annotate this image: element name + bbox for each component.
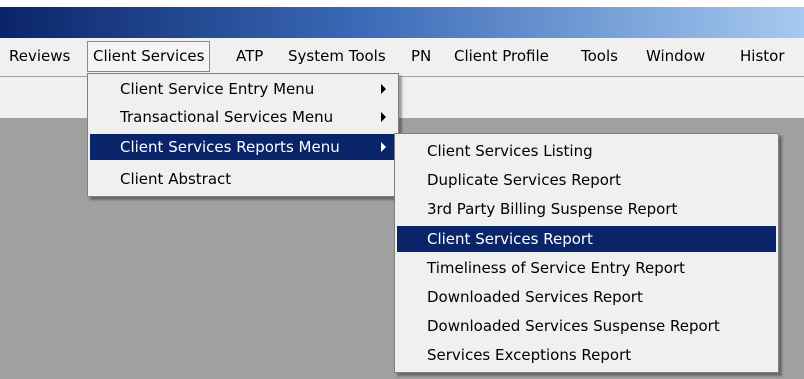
- submenu-arrow-icon: [381, 112, 386, 122]
- submenu-item-services-exceptions-report[interactable]: Services Exceptions Report: [397, 342, 776, 368]
- menu-tools[interactable]: Tools: [576, 41, 623, 72]
- submenu-item-3rd-party-billing-suspense[interactable]: 3rd Party Billing Suspense Report: [397, 196, 776, 222]
- menu-atp[interactable]: ATP: [231, 41, 268, 72]
- reports-submenu: Client Services Listing Duplicate Servic…: [394, 133, 779, 373]
- menu-item-label: Transactional Services Menu: [120, 108, 334, 126]
- menu-item-label: Client Abstract: [120, 170, 232, 188]
- menu-system-tools[interactable]: System Tools: [283, 41, 391, 72]
- menu-window[interactable]: Window: [641, 41, 710, 72]
- menu-reviews[interactable]: Reviews: [4, 41, 75, 72]
- submenu-item-downloaded-services-suspense[interactable]: Downloaded Services Suspense Report: [397, 313, 776, 339]
- submenu-item-duplicate-services-report[interactable]: Duplicate Services Report: [397, 167, 776, 193]
- menu-item-label: Client Service Entry Menu: [120, 80, 315, 98]
- submenu-arrow-icon: [381, 142, 386, 152]
- menu-item-transactional-services[interactable]: Transactional Services Menu: [90, 104, 396, 130]
- menu-client-services[interactable]: Client Services: [87, 41, 211, 72]
- menu-item-label: Client Services Reports Menu: [120, 138, 340, 156]
- menu-item-client-abstract[interactable]: Client Abstract: [90, 166, 396, 192]
- submenu-item-client-services-listing[interactable]: Client Services Listing: [397, 138, 776, 164]
- menu-item-client-services-reports[interactable]: Client Services Reports Menu: [90, 134, 396, 160]
- menu-history[interactable]: Histor: [735, 41, 790, 72]
- submenu-item-client-services-report[interactable]: Client Services Report: [397, 226, 776, 252]
- menu-bar: Reviews Client Services ATP System Tools…: [0, 38, 804, 77]
- menu-pn[interactable]: PN: [406, 41, 436, 72]
- title-strip: [0, 0, 804, 7]
- submenu-arrow-icon: [381, 84, 386, 94]
- client-services-dropdown: Client Service Entry Menu Transactional …: [87, 73, 399, 197]
- submenu-item-downloaded-services-report[interactable]: Downloaded Services Report: [397, 284, 776, 310]
- title-bar: [0, 7, 804, 38]
- submenu-item-timeliness-report[interactable]: Timeliness of Service Entry Report: [397, 255, 776, 281]
- menu-item-client-service-entry[interactable]: Client Service Entry Menu: [90, 76, 396, 102]
- menu-client-profile[interactable]: Client Profile: [449, 41, 554, 72]
